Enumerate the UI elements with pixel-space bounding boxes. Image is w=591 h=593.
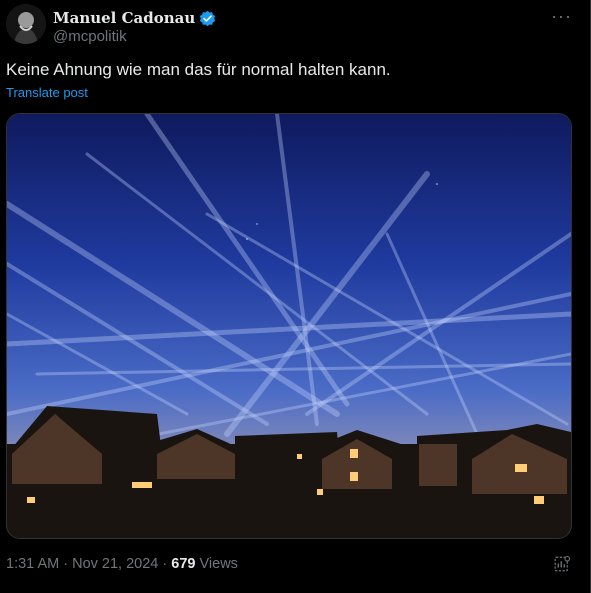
author-name-row: Manuel Cadonau [53,9,216,27]
author-handle[interactable]: @mcpolitik [53,28,127,45]
more-options-icon[interactable]: ··· [551,6,572,27]
meta-separator: · [63,556,69,572]
post-image[interactable] [6,113,572,539]
post-date[interactable]: Nov 21, 2024 [72,556,158,572]
author-name[interactable]: Manuel Cadonau [53,9,195,27]
post-meta: 1:31 AM · Nov 21, 2024 · 679 Views [6,556,238,572]
translate-post-link[interactable]: Translate post [6,85,88,100]
avatar-image [6,4,46,44]
post-text: Keine Ahnung wie man das für normal halt… [6,60,391,79]
avatar[interactable] [6,4,46,44]
views-count: 679 [171,556,196,572]
night-sky-contrails-photo [7,114,571,538]
post-header: Manuel Cadonau @mcpolitik ··· [6,4,586,45]
post-time[interactable]: 1:31 AM [6,556,59,572]
meta-separator: · [162,556,168,572]
analytics-icon[interactable] [553,555,571,573]
verified-badge-icon [200,10,216,26]
views-label: Views [199,556,238,572]
